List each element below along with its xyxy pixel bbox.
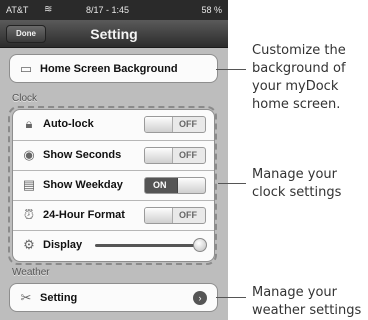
status-bar: AT&T ≋ 8/17 - 1:45 58 %: [0, 0, 228, 20]
24-hour-format-row: ⏰︎ 24-Hour Format OFF: [13, 200, 214, 228]
show-weekday-label: Show Weekday: [43, 179, 123, 191]
gear-icon: ⚙︎: [23, 237, 35, 252]
annotation-line: Customize the: [252, 43, 346, 58]
lock-icon: 🔒︎: [25, 116, 33, 131]
show-weekday-toggle[interactable]: ON: [144, 177, 206, 194]
weather-leader-line: [216, 297, 246, 298]
weather-annotation: Manage your weather settings: [252, 284, 361, 320]
toggle-state: OFF: [179, 119, 197, 129]
display-label: Display: [43, 239, 83, 251]
slider-knob[interactable]: [193, 238, 207, 252]
annotation-line: home screen.: [252, 97, 341, 112]
weather-section-label: Weather: [12, 267, 50, 278]
annotation-line: Manage your: [252, 285, 338, 300]
home-background-label: Home Screen Background: [40, 63, 178, 75]
clock-settings-card: 🔒︎ Auto-lock OFF ◉ Show Seconds OFF ▤ Sh…: [12, 109, 215, 262]
toggle-state: ON: [153, 180, 167, 190]
weather-setting-row[interactable]: ✂︎ Setting ›: [10, 284, 217, 312]
annotation-line: your myDock: [252, 79, 339, 94]
toggle-thumb: [145, 208, 173, 223]
alarm-clock-icon: ⏰︎: [23, 207, 35, 222]
weather-setting-label: Setting: [40, 292, 78, 304]
clock-icon: ◉: [23, 147, 35, 162]
customize-leader-line: [216, 69, 246, 70]
phone-screen: AT&T ≋ 8/17 - 1:45 58 % Done Setting ▭ H…: [0, 0, 228, 320]
navigation-bar: Done Setting: [0, 20, 228, 48]
show-seconds-row: ◉ Show Seconds OFF: [13, 140, 214, 168]
auto-lock-label: Auto-lock: [43, 118, 94, 130]
clock-section-label: Clock: [12, 93, 38, 104]
annotation-line: Manage your: [252, 167, 338, 182]
toggle-thumb: [145, 117, 173, 132]
wifi-icon: ≋: [44, 4, 53, 15]
chevron-right-icon[interactable]: ›: [193, 291, 207, 305]
settings-content: ▭ Home Screen Background Clock 🔒︎ Auto-l…: [0, 48, 228, 320]
clock-leader-line: [218, 183, 246, 184]
status-time: 8/17 - 1:45: [86, 5, 130, 15]
display-slider[interactable]: [95, 238, 207, 252]
24-hour-format-label: 24-Hour Format: [43, 209, 125, 221]
page-title: Setting: [90, 26, 138, 42]
toggle-state: OFF: [179, 150, 197, 160]
home-background-row[interactable]: ▭ Home Screen Background: [10, 55, 217, 83]
home-background-card: ▭ Home Screen Background: [9, 54, 218, 83]
annotation-line: background of: [252, 61, 346, 76]
carrier-label: AT&T: [6, 5, 29, 15]
24-hour-format-toggle[interactable]: OFF: [144, 207, 206, 224]
show-weekday-row: ▤ Show Weekday ON: [13, 170, 214, 198]
battery-level: 58 %: [201, 5, 222, 15]
show-seconds-toggle[interactable]: OFF: [144, 147, 206, 164]
display-row: ⚙︎ Display: [13, 230, 214, 258]
auto-lock-toggle[interactable]: OFF: [144, 116, 206, 133]
weather-settings-card: ✂︎ Setting ›: [9, 283, 218, 312]
toggle-thumb: [145, 148, 173, 163]
customize-annotation: Customize the background of your myDock …: [252, 42, 346, 114]
calendar-icon: ▤: [22, 177, 36, 192]
show-seconds-label: Show Seconds: [43, 149, 122, 161]
auto-lock-row: 🔒︎ Auto-lock OFF: [13, 110, 214, 138]
clock-annotation: Manage your clock settings: [252, 166, 341, 202]
annotation-line: weather settings: [252, 303, 362, 318]
toggle-thumb: [177, 178, 205, 193]
tools-icon: ✂︎: [20, 290, 32, 305]
annotation-line: clock settings: [252, 185, 342, 200]
wallpaper-icon: ▭: [19, 61, 33, 76]
toggle-state: OFF: [179, 210, 197, 220]
